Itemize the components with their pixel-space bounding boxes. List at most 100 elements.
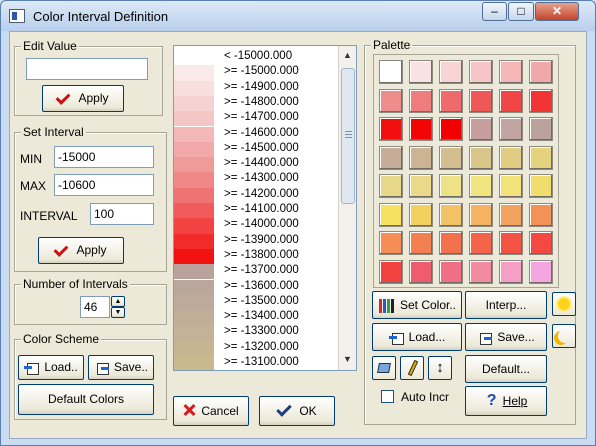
palette-swatch[interactable]: [439, 231, 463, 255]
list-item[interactable]: >= -13600.000: [174, 279, 338, 295]
list-item[interactable]: >= -14900.000: [174, 80, 338, 96]
list-scrollbar[interactable]: ▲ ▼: [338, 46, 356, 370]
palette-swatch[interactable]: [409, 88, 433, 113]
palette-swatch[interactable]: [409, 174, 433, 198]
scroll-down-arrow[interactable]: ▼: [341, 353, 354, 366]
set-interval-apply-button[interactable]: Apply: [38, 237, 124, 264]
list-item[interactable]: >= -14700.000: [174, 111, 338, 127]
palette-swatch[interactable]: [499, 231, 523, 255]
palette-swatch[interactable]: [529, 174, 553, 198]
palette-swatch[interactable]: [469, 60, 493, 84]
palette-swatch[interactable]: [379, 88, 403, 113]
palette-swatch[interactable]: [529, 259, 553, 284]
palette-swatch[interactable]: [529, 231, 553, 255]
paint-bucket-button[interactable]: [372, 356, 396, 380]
set-color-button[interactable]: Set Color..: [372, 291, 462, 319]
list-item[interactable]: >= -14400.000: [174, 157, 338, 173]
palette-swatch[interactable]: [529, 117, 553, 141]
list-item[interactable]: >= -14200.000: [174, 187, 338, 203]
palette-swatch[interactable]: [379, 174, 403, 198]
scheme-load-button[interactable]: Load..: [18, 355, 84, 380]
palette-swatch[interactable]: [499, 145, 523, 170]
palette-swatch[interactable]: [379, 259, 403, 284]
list-item[interactable]: >= -14500.000: [174, 141, 338, 158]
palette-swatch[interactable]: [469, 145, 493, 170]
help-button[interactable]: ? Help: [465, 386, 547, 416]
list-item[interactable]: < -15000.000: [174, 50, 338, 66]
palette-swatch[interactable]: [529, 88, 553, 113]
ok-button[interactable]: OK: [259, 396, 335, 426]
palette-swatch[interactable]: [469, 202, 493, 227]
sun-button[interactable]: [552, 292, 576, 316]
close-button[interactable]: ✕: [535, 2, 579, 21]
moon-button[interactable]: [552, 324, 576, 348]
palette-swatch[interactable]: [439, 174, 463, 198]
list-item[interactable]: >= -13200.000: [174, 340, 338, 356]
palette-swatch[interactable]: [499, 88, 523, 113]
palette-swatch[interactable]: [469, 117, 493, 141]
palette-swatch[interactable]: [499, 259, 523, 284]
palette-swatch[interactable]: [499, 174, 523, 198]
palette-swatch[interactable]: [379, 231, 403, 255]
spin-up-button[interactable]: ▲: [111, 296, 125, 307]
palette-swatch[interactable]: [409, 259, 433, 284]
palette-swatch[interactable]: [499, 60, 523, 84]
palette-save-button[interactable]: Save...: [465, 323, 547, 351]
palette-swatch[interactable]: [379, 117, 403, 141]
palette-swatch[interactable]: [379, 145, 403, 170]
maximize-button[interactable]: □: [508, 2, 534, 21]
palette-swatch[interactable]: [439, 60, 463, 84]
list-item[interactable]: >= -13400.000: [174, 310, 338, 326]
palette-swatch[interactable]: [409, 60, 433, 84]
palette-load-button[interactable]: Load...: [372, 323, 462, 351]
max-input[interactable]: -10600: [54, 174, 154, 196]
swap-button[interactable]: ↕: [428, 356, 452, 380]
palette-swatch[interactable]: [439, 88, 463, 113]
list-item[interactable]: >= -14000.000: [174, 218, 338, 234]
minimize-button[interactable]: –: [482, 2, 507, 21]
palette-swatch[interactable]: [409, 231, 433, 255]
palette-swatch[interactable]: [469, 231, 493, 255]
palette-swatch[interactable]: [469, 174, 493, 198]
cancel-button[interactable]: Cancel: [173, 396, 249, 426]
palette-swatch[interactable]: [469, 259, 493, 284]
list-item[interactable]: >= -15000.000: [174, 65, 338, 81]
list-item[interactable]: >= -14800.000: [174, 95, 338, 112]
interp-button[interactable]: Interp...: [465, 291, 547, 319]
list-item[interactable]: >= -14600.000: [174, 126, 338, 142]
edit-value-input[interactable]: [26, 58, 148, 80]
scroll-up-arrow[interactable]: ▲: [341, 49, 354, 62]
min-input[interactable]: -15000: [54, 146, 154, 168]
palette-swatch[interactable]: [529, 202, 553, 227]
default-colors-button[interactable]: Default Colors: [18, 384, 154, 415]
list-item[interactable]: >= -14300.000: [174, 172, 338, 188]
list-item[interactable]: >= -13300.000: [174, 325, 338, 341]
palette-swatch[interactable]: [529, 60, 553, 84]
spin-down-button[interactable]: ▼: [111, 307, 125, 318]
palette-swatch[interactable]: [439, 145, 463, 170]
list-item[interactable]: >= -14100.000: [174, 203, 338, 219]
scroll-thumb[interactable]: [341, 68, 355, 204]
palette-swatch[interactable]: [469, 88, 493, 113]
palette-swatch[interactable]: [409, 202, 433, 227]
palette-default-button[interactable]: Default...: [465, 355, 547, 383]
palette-swatch[interactable]: [379, 60, 403, 84]
list-item[interactable]: >= -13700.000: [174, 264, 338, 280]
list-item[interactable]: >= -13800.000: [174, 248, 338, 265]
scheme-save-button[interactable]: Save..: [88, 355, 154, 380]
palette-swatch[interactable]: [499, 202, 523, 227]
palette-swatch[interactable]: [439, 202, 463, 227]
list-item[interactable]: >= -13100.000: [174, 356, 338, 370]
palette-swatch[interactable]: [439, 259, 463, 284]
num-intervals-input[interactable]: 46: [80, 296, 110, 318]
interval-list[interactable]: < -15000.000 >= -15000.000 >= -14900.000 >=…: [173, 45, 357, 371]
palette-swatch[interactable]: [409, 145, 433, 170]
list-item[interactable]: >= -13900.000: [174, 233, 338, 249]
palette-swatch[interactable]: [499, 117, 523, 141]
palette-swatch[interactable]: [439, 117, 463, 141]
list-item[interactable]: >= -13500.000: [174, 294, 338, 311]
auto-incr-checkbox[interactable]: [381, 390, 394, 403]
eyedropper-button[interactable]: [400, 356, 424, 380]
edit-value-apply-button[interactable]: Apply: [42, 85, 124, 112]
palette-swatch[interactable]: [529, 145, 553, 170]
